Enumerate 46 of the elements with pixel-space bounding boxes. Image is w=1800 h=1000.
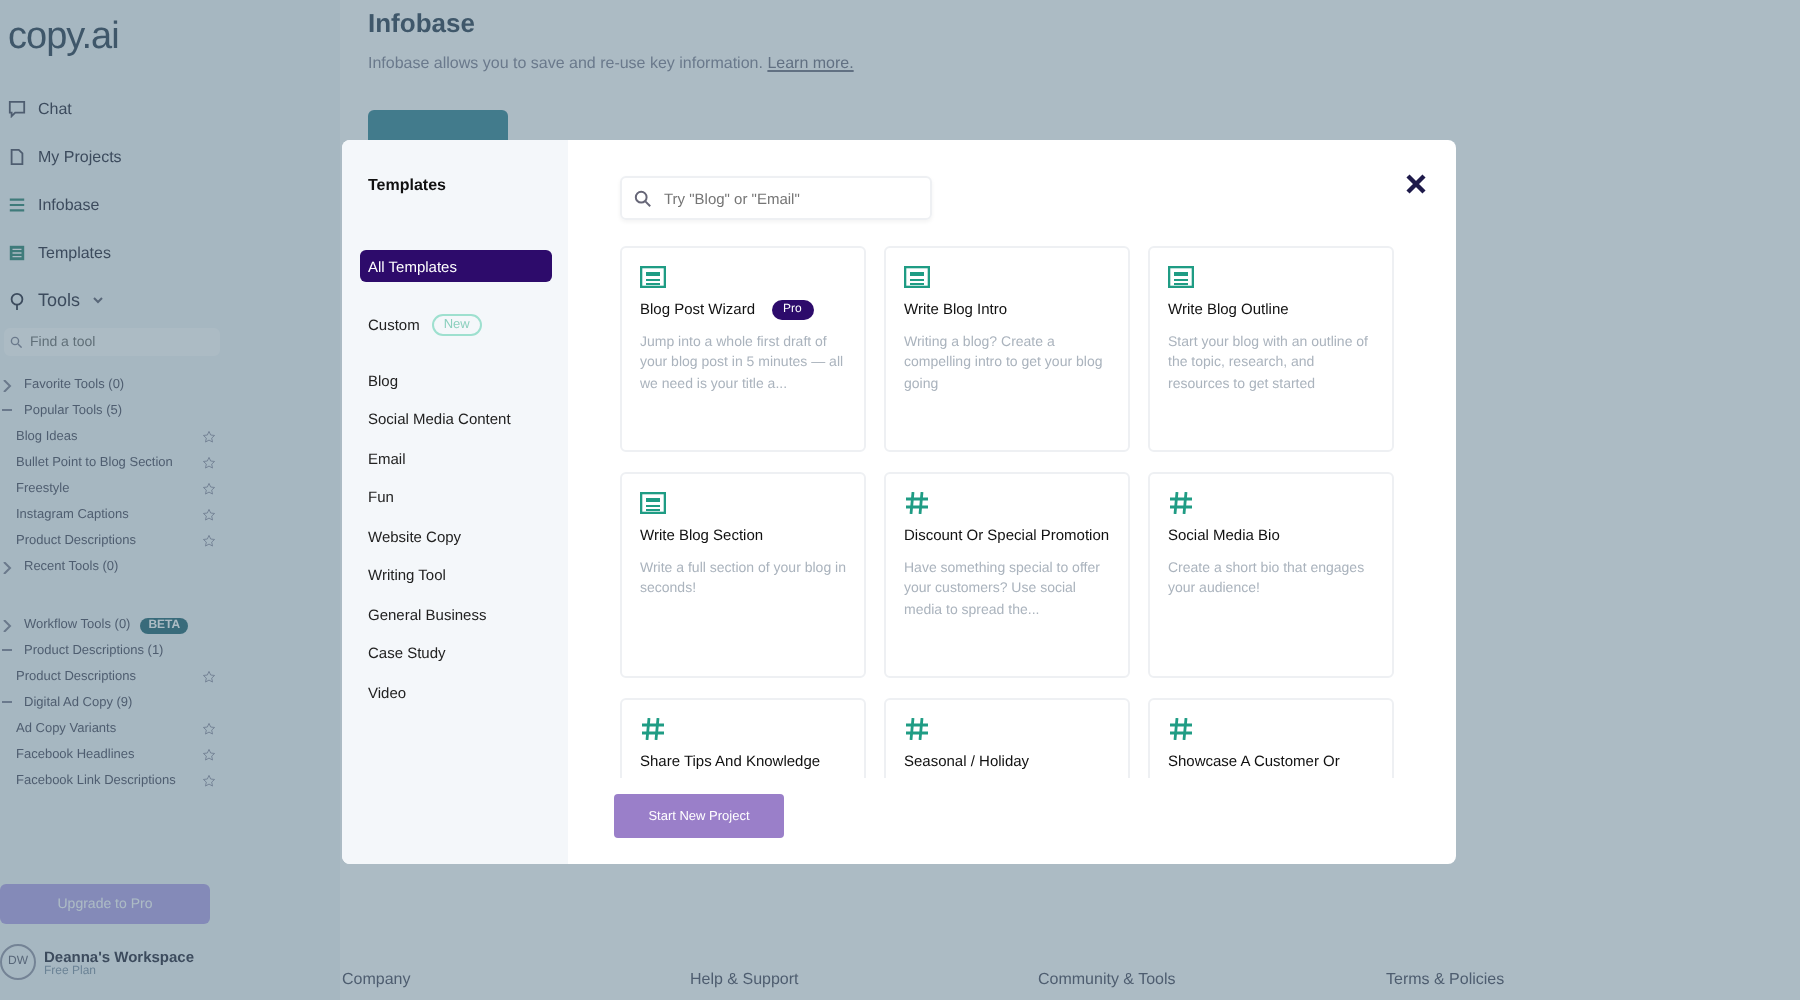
document-icon <box>8 147 26 165</box>
search-icon <box>10 336 22 348</box>
star-icon[interactable] <box>202 456 216 470</box>
page-description: Infobase allows you to save and re-use key information. Learn more. <box>368 54 854 72</box>
nav-item[interactable]: Infobase <box>38 195 100 213</box>
nav-item[interactable]: Tools <box>38 290 81 310</box>
hashtag-icon <box>1168 718 1194 740</box>
chat-bubble-icon <box>8 99 26 117</box>
caret-right-icon[interactable] <box>2 619 14 631</box>
nav-item[interactable]: My Projects <box>38 147 122 165</box>
nav-item[interactable]: Chat <box>38 99 72 117</box>
chevron-down-icon <box>92 294 105 306</box>
newspaper-icon <box>640 266 666 288</box>
list-icon <box>8 195 26 213</box>
hashtag-icon <box>640 718 666 740</box>
dialog-title: Templates <box>366 176 448 194</box>
newspaper-icon <box>904 266 930 288</box>
page-title: Infobase <box>368 8 477 38</box>
star-icon[interactable] <box>202 722 216 736</box>
star-icon[interactable] <box>202 430 216 444</box>
learn-more-link[interactable]: Learn more. <box>767 54 854 72</box>
caret-down-icon[interactable] <box>2 645 14 657</box>
star-icon[interactable] <box>202 774 216 788</box>
template-icon <box>8 243 26 261</box>
star-icon[interactable] <box>202 670 216 684</box>
newspaper-icon <box>1168 266 1194 288</box>
footer-heading: Help & Support <box>690 970 801 988</box>
star-icon[interactable] <box>202 748 216 762</box>
footer-heading: Terms & Policies <box>1386 970 1507 988</box>
star-icon[interactable] <box>202 534 216 548</box>
hashtag-icon <box>904 492 930 514</box>
search-icon <box>634 189 652 207</box>
hashtag-icon <box>904 718 930 740</box>
star-icon[interactable] <box>202 482 216 496</box>
close-icon[interactable] <box>1404 172 1428 196</box>
nav-item[interactable]: Templates <box>38 243 111 261</box>
caret-right-icon[interactable] <box>2 379 14 391</box>
caret-down-icon[interactable] <box>2 405 14 417</box>
newspaper-icon <box>640 492 666 514</box>
hashtag-icon <box>1168 492 1194 514</box>
caret-right-icon[interactable] <box>2 561 14 573</box>
footer-heading: Community & Tools <box>1038 970 1178 988</box>
caret-down-icon[interactable] <box>2 697 14 709</box>
logo-text: copy.ai <box>6 16 121 60</box>
star-icon[interactable] <box>202 508 216 522</box>
footer-heading: Company <box>342 970 413 988</box>
